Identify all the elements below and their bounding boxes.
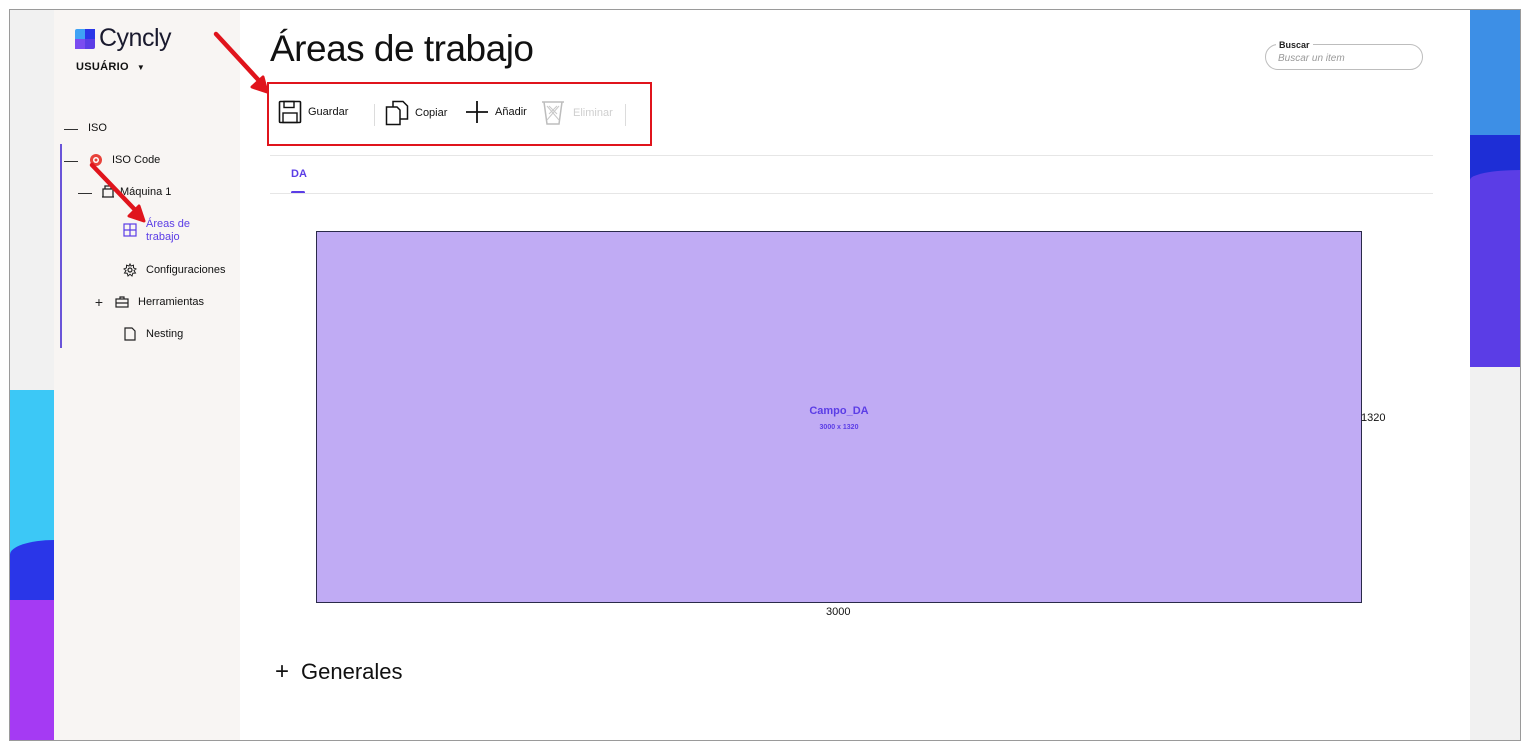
sidebar-item-label: Configuraciones xyxy=(146,264,226,276)
iso-code-icon xyxy=(88,152,104,168)
work-area-dimensions: 3000 x 1320 xyxy=(819,424,859,431)
collapse-icon[interactable]: — xyxy=(64,152,78,168)
generales-section-toggle[interactable]: + Generales xyxy=(275,658,403,686)
trash-icon xyxy=(541,100,565,126)
add-label: Añadir xyxy=(495,106,527,118)
sidebar-item-label: Áreas de trabajo xyxy=(146,218,191,243)
expand-icon[interactable]: + xyxy=(92,294,106,310)
sidebar-item-nesting[interactable]: Nesting xyxy=(122,326,183,342)
user-label: USUÁRIO xyxy=(76,61,129,73)
delete-label: Eliminar xyxy=(573,107,613,119)
machine-icon xyxy=(100,184,116,200)
user-menu[interactable]: USUÁRIO ▼ xyxy=(76,61,145,73)
right-decoration xyxy=(1470,10,1520,740)
sidebar-item-iso-code[interactable]: — ISO Code xyxy=(64,152,160,168)
sidebar-item-iso[interactable]: — ISO xyxy=(64,120,107,136)
tabs-divider xyxy=(270,155,1433,156)
generales-label: Generales xyxy=(301,659,403,684)
page-title: Áreas de trabajo xyxy=(270,28,534,69)
sidebar-item-label: Nesting xyxy=(146,328,184,340)
width-dimension-label: 3000 xyxy=(826,606,851,618)
sidebar-item-label: ISO Code xyxy=(112,154,161,166)
expand-icon: + xyxy=(275,658,290,685)
caret-down-icon: ▼ xyxy=(136,63,146,72)
add-button[interactable]: Añadir xyxy=(465,100,527,124)
sidebar-item-label: Máquina 1 xyxy=(120,186,172,198)
work-area-name: Campo_DA xyxy=(809,405,869,417)
copy-button[interactable]: Copiar xyxy=(385,100,447,126)
height-dimension-label: 1320 xyxy=(1361,412,1386,424)
logo: Cyncly xyxy=(75,24,172,53)
collapse-icon[interactable]: — xyxy=(64,120,78,136)
sidebar-item-areas[interactable]: Áreas de trabajo xyxy=(122,218,206,244)
delete-button[interactable]: Eliminar xyxy=(541,100,613,126)
work-area-rect[interactable]: Campo_DA 3000 x 1320 xyxy=(316,231,1362,603)
tabs-divider xyxy=(270,193,1433,194)
save-label: Guardar xyxy=(308,106,349,118)
logo-mark-icon xyxy=(75,28,97,49)
save-icon xyxy=(278,100,302,124)
collapse-icon[interactable]: — xyxy=(78,184,92,200)
tab-da[interactable]: DA xyxy=(291,168,307,180)
search-input[interactable] xyxy=(1278,53,1408,64)
logo-text: Cyncly xyxy=(99,24,172,52)
main-content: Áreas de trabajo Buscar Guardar Copiar xyxy=(240,10,1472,740)
toolbox-icon xyxy=(114,294,130,310)
search-box[interactable]: Buscar xyxy=(1265,40,1423,70)
search-label: Buscar xyxy=(1276,40,1313,50)
plus-icon xyxy=(465,100,489,124)
save-button[interactable]: Guardar xyxy=(278,100,348,124)
gear-icon xyxy=(122,262,138,278)
grid-icon xyxy=(122,222,138,238)
copy-icon xyxy=(385,100,409,126)
left-decoration xyxy=(10,10,54,740)
copy-label: Copiar xyxy=(415,107,448,119)
sidebar-item-label: ISO xyxy=(88,122,107,134)
sidebar-item-maquina[interactable]: — Máquina 1 xyxy=(78,184,171,200)
toolbar: Guardar Copiar Añadir Eliminar xyxy=(267,82,652,146)
toolbar-divider xyxy=(625,104,626,126)
sidebar: Cyncly USUÁRIO ▼ — ISO — ISO Code — Máqu… xyxy=(54,10,240,740)
tree-guide-line xyxy=(60,144,62,348)
toolbar-divider xyxy=(374,104,375,126)
sidebar-item-configuraciones[interactable]: Configuraciones xyxy=(122,262,226,278)
sidebar-item-herramientas[interactable]: + Herramientas xyxy=(92,294,204,310)
sidebar-item-label: Herramientas xyxy=(138,296,205,308)
document-icon xyxy=(122,326,138,342)
app-window: Cyncly USUÁRIO ▼ — ISO — ISO Code — Máqu… xyxy=(9,9,1521,741)
